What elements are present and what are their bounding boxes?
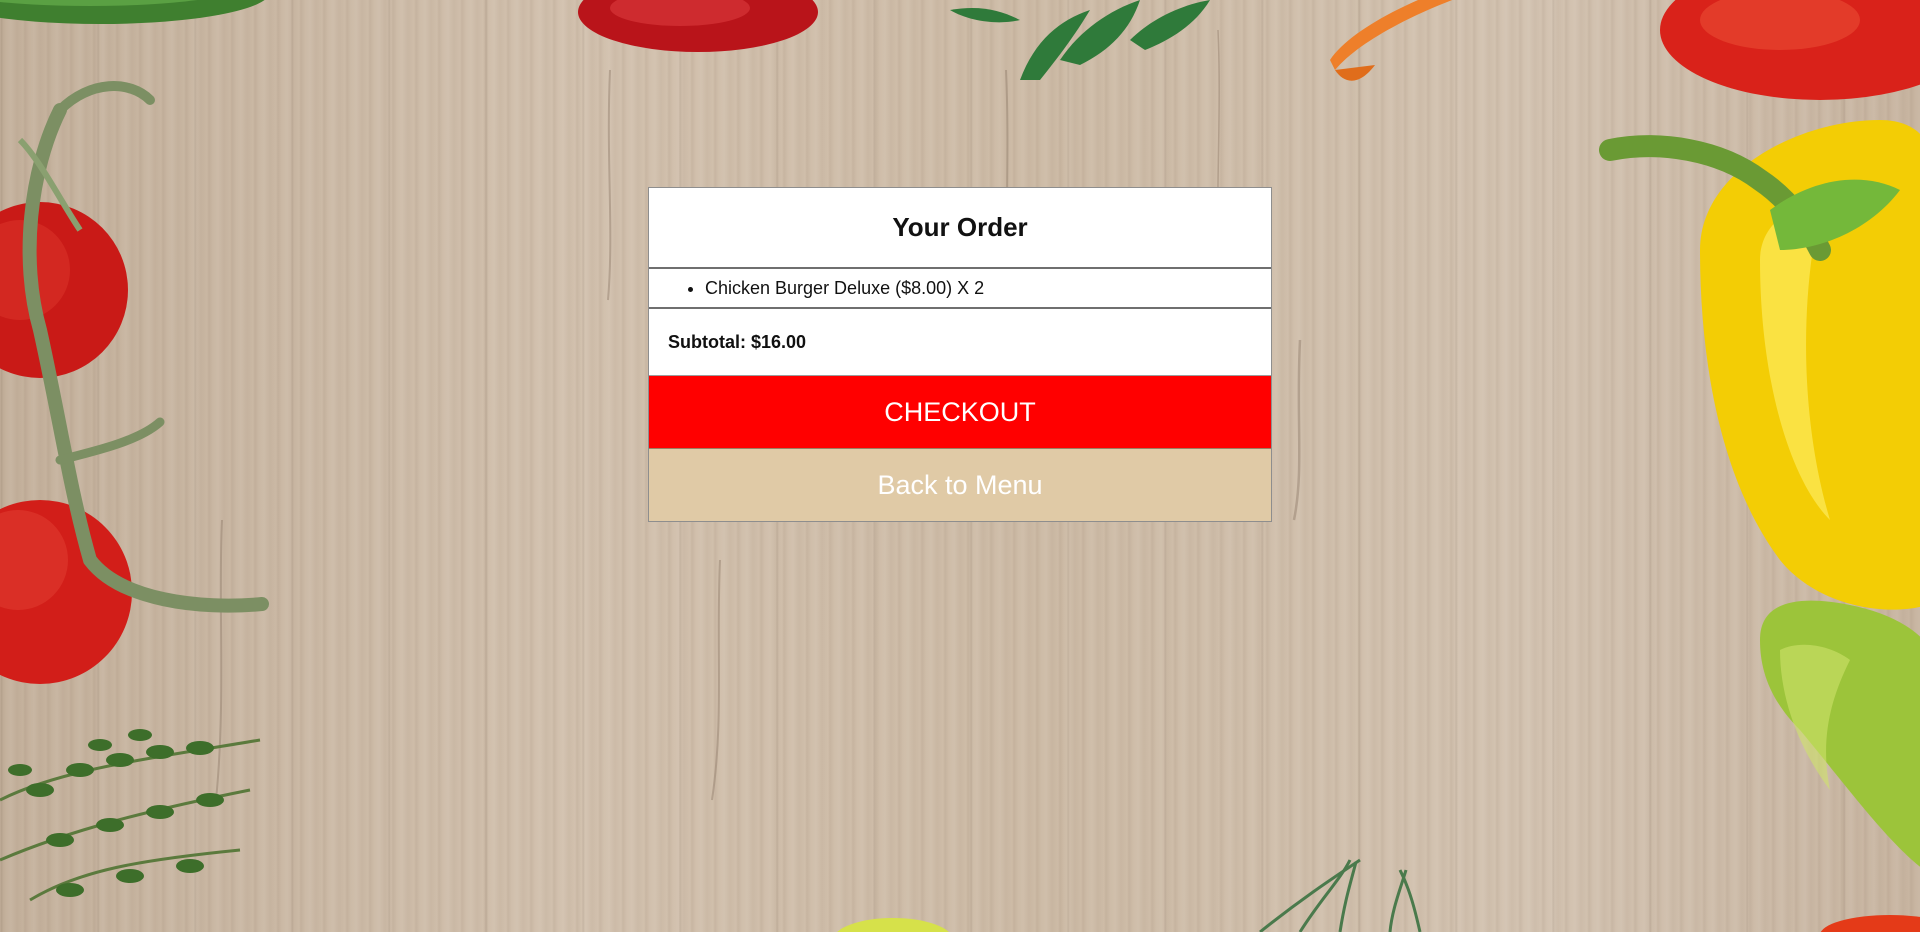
thyme-bottom-left xyxy=(0,729,261,902)
checkout-button[interactable]: CHECKOUT xyxy=(649,376,1271,449)
green-pepper-right xyxy=(1760,600,1920,867)
order-title: Your Order xyxy=(649,188,1271,269)
tomato-top xyxy=(578,0,818,52)
rosemary-bottom xyxy=(1259,858,1422,932)
cucumber-top-left xyxy=(0,0,265,24)
page-background: Your Order Chicken Burger Deluxe ($8.00)… xyxy=(0,0,1920,932)
tomato-vine-left xyxy=(0,81,269,684)
order-item: Chicken Burger Deluxe ($8.00) X 2 xyxy=(705,269,1271,307)
order-item-quantity: X 2 xyxy=(957,278,985,298)
order-item-name: Chicken Burger Deluxe xyxy=(705,278,891,298)
subtotal-label: Subtotal: xyxy=(668,331,746,352)
order-items-list: Chicken Burger Deluxe ($8.00) X 2 xyxy=(649,269,1271,309)
tomato-top-right xyxy=(1660,0,1920,100)
tomato-bottom-right xyxy=(1820,915,1920,932)
carrot-top xyxy=(1330,0,1453,81)
order-item-price: ($8.00) xyxy=(895,278,953,298)
parsley-top xyxy=(950,0,1210,80)
back-to-menu-button[interactable]: Back to Menu xyxy=(649,449,1271,521)
yellow-pepper-right xyxy=(1599,120,1920,610)
order-panel: Your Order Chicken Burger Deluxe ($8.00)… xyxy=(648,187,1272,522)
lemon-bottom xyxy=(837,918,949,932)
subtotal-value: $16.00 xyxy=(751,331,807,352)
subtotal-row: Subtotal: $16.00 xyxy=(649,309,1271,376)
